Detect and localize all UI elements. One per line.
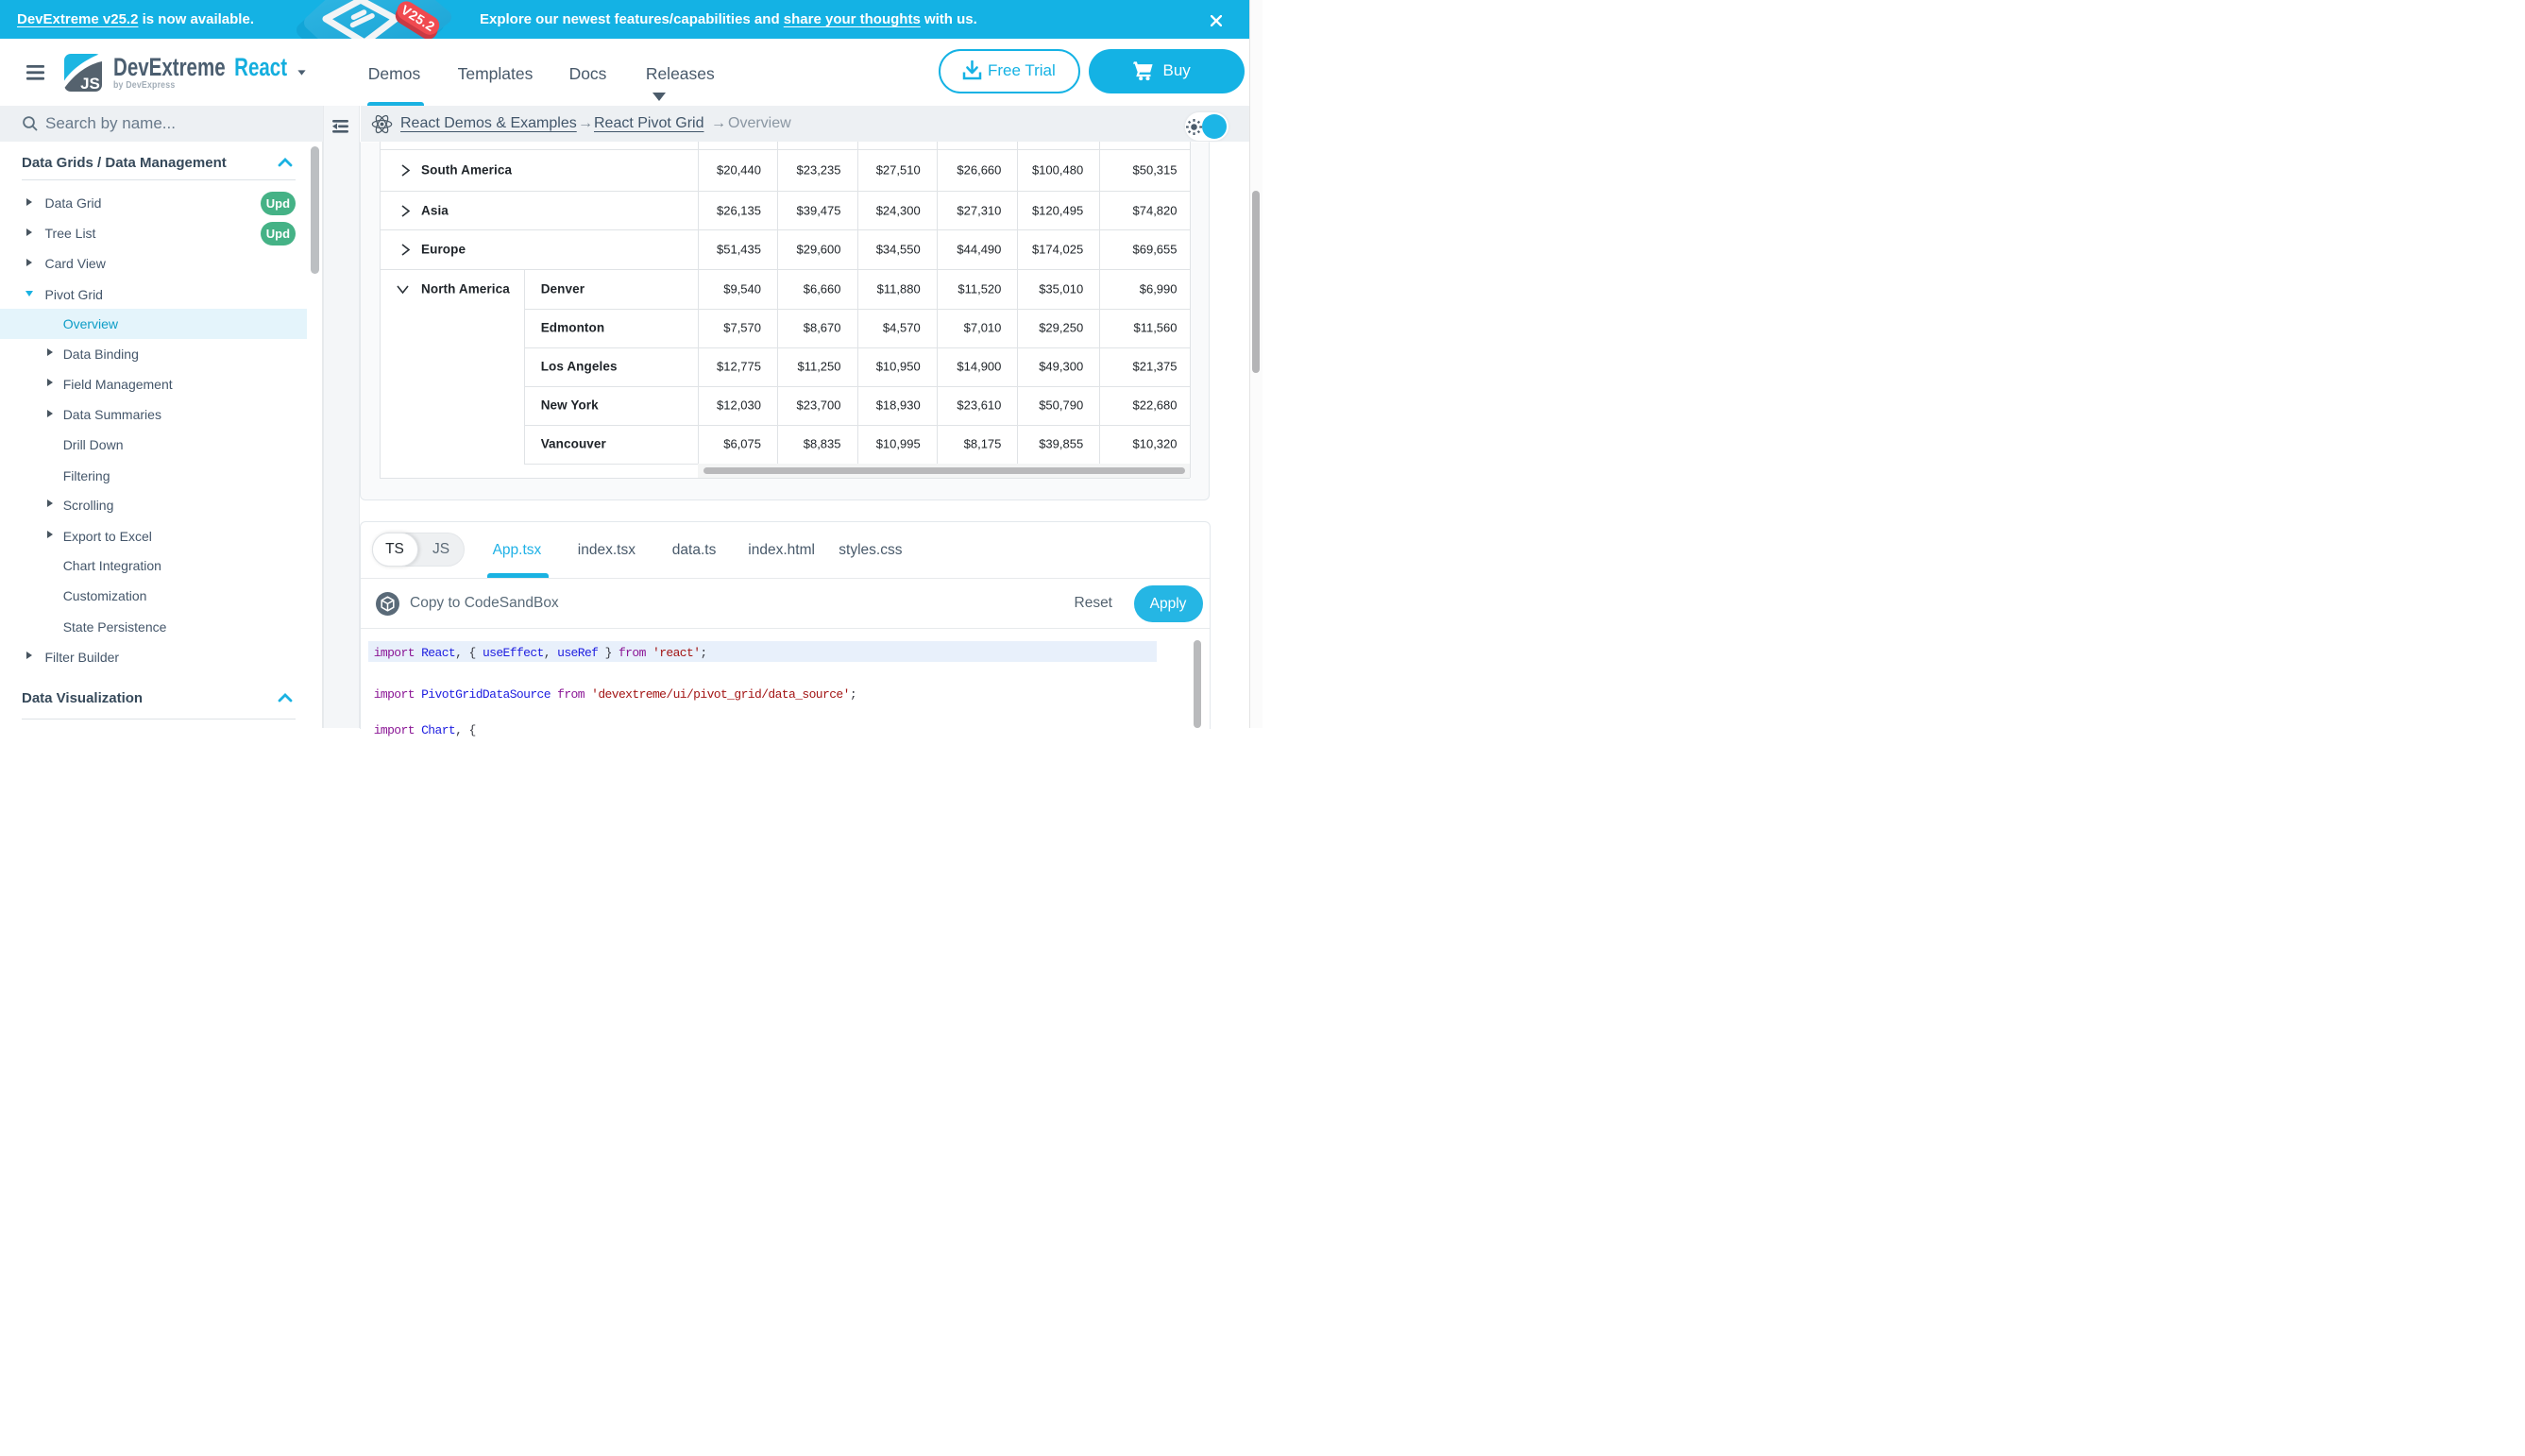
svg-text:JS: JS [80,75,100,92]
